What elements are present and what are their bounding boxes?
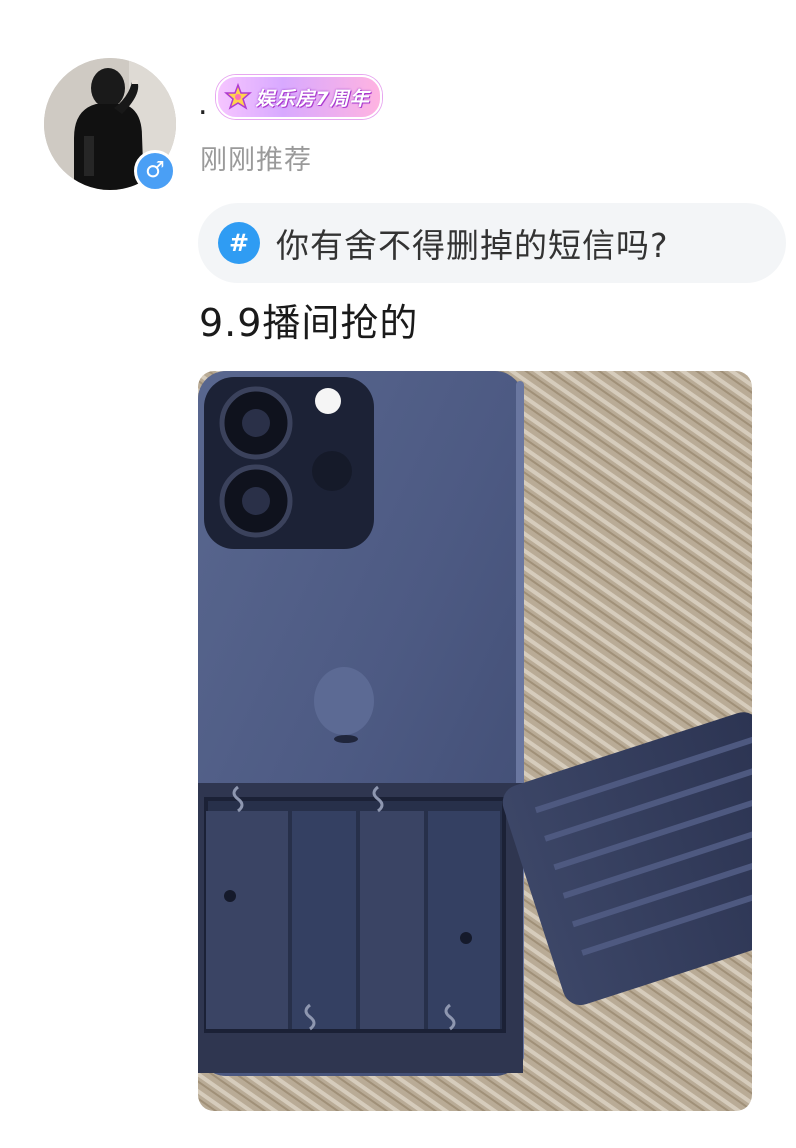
user-name-row: . 娱乐房7周年	[198, 74, 382, 120]
post-content: 9.9播间抢的	[199, 301, 419, 345]
topic-label: 你有舍不得删掉的短信吗?	[276, 226, 669, 265]
phone-photo	[198, 371, 752, 1111]
user-name[interactable]: .	[198, 90, 208, 120]
male-icon: ♂	[134, 150, 176, 192]
post-card: ♂ . 娱乐房7周年 刚刚推荐 # 你有舍不得删掉的短信吗? 9.9播间抢的	[0, 0, 796, 1148]
timestamp: 刚刚推荐	[200, 145, 312, 176]
anniversary-badge[interactable]: 娱乐房7周年	[215, 75, 382, 119]
post-image[interactable]	[198, 371, 752, 1111]
hashtag-icon: #	[218, 222, 260, 264]
star-badge-icon	[223, 83, 252, 110]
topic-chip[interactable]: # 你有舍不得删掉的短信吗?	[198, 203, 786, 283]
badge-label: 娱乐房7周年	[255, 87, 370, 110]
